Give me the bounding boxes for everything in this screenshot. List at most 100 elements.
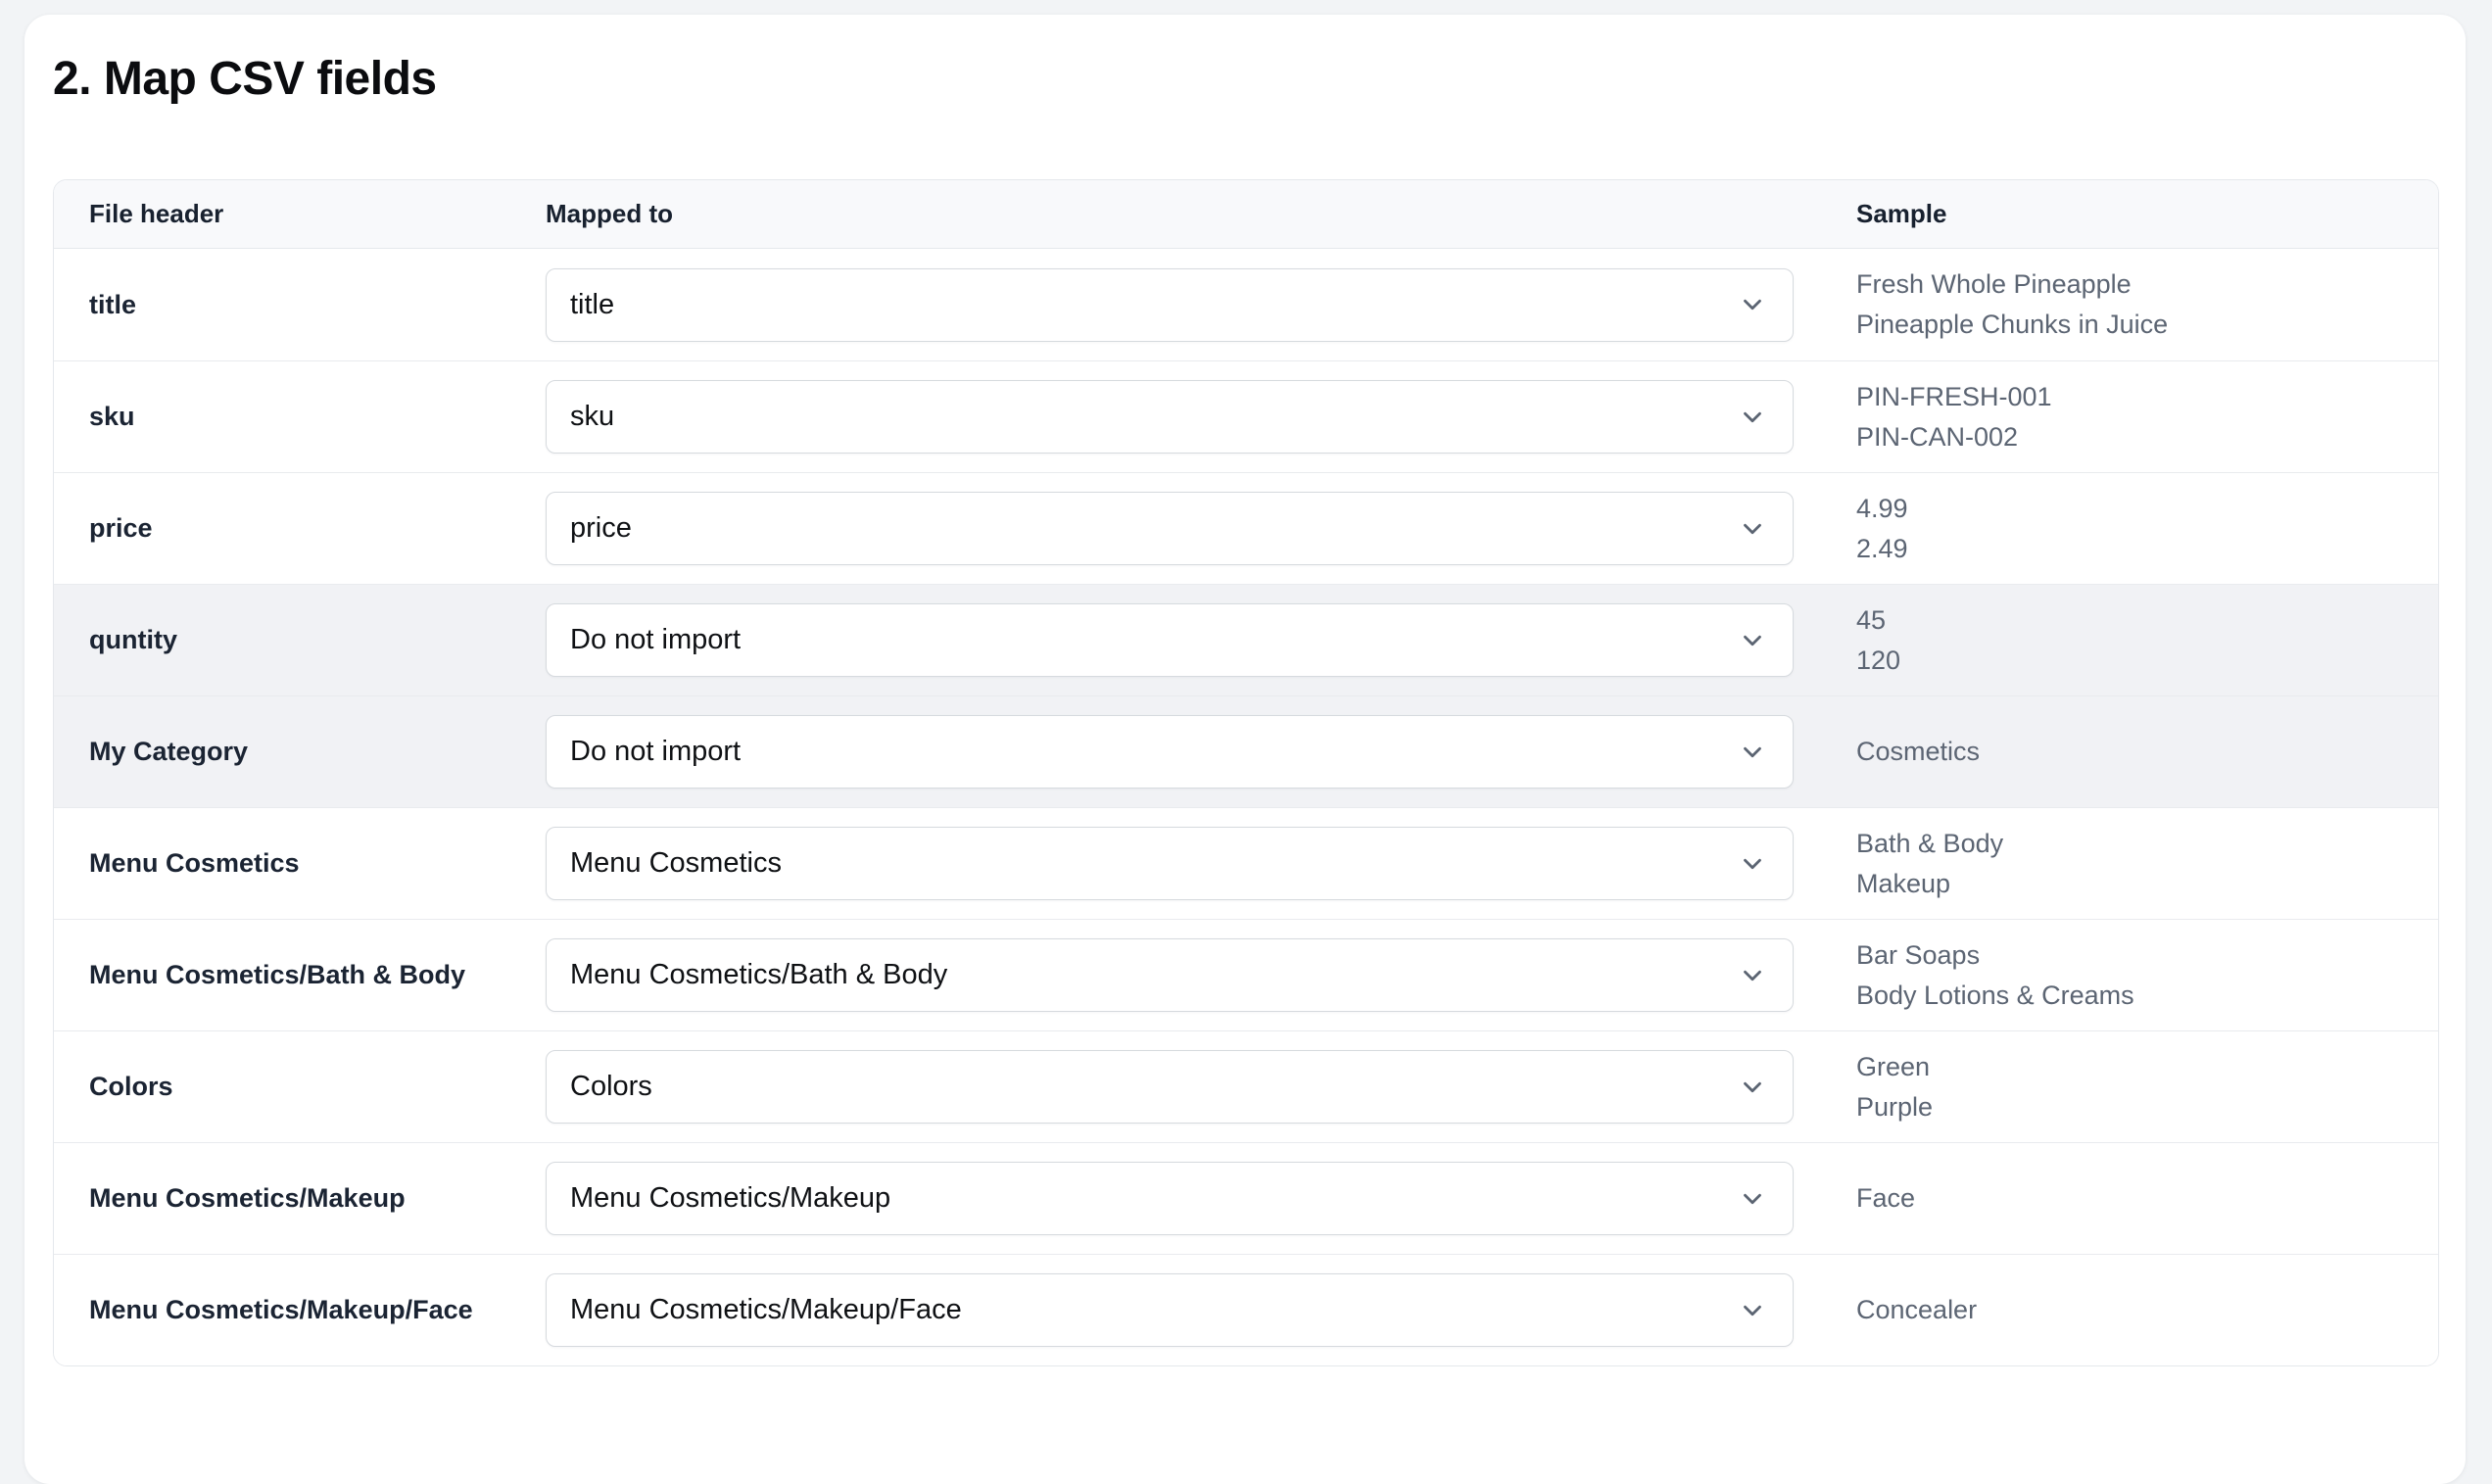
chevron-down-icon xyxy=(1738,961,1767,990)
sample-value: Fresh Whole Pineapple xyxy=(1856,264,2132,305)
chevron-down-icon xyxy=(1738,1296,1767,1325)
table-row: Menu Cosmetics/Makeup Menu Cosmetics/Mak… xyxy=(54,1142,2438,1254)
sample-value: Cosmetics xyxy=(1856,732,1980,772)
sample-value: 45 xyxy=(1856,600,1886,641)
table-row: Menu Cosmetics/Bath & Body Menu Cosmetic… xyxy=(54,919,2438,1030)
file-header-cell: Colors xyxy=(54,1031,546,1142)
column-header-sample: Sample xyxy=(1856,199,2438,229)
mapped-to-value: Menu Cosmetics/Makeup xyxy=(570,1182,890,1215)
column-header-mapped-to: Mapped to xyxy=(546,199,1856,229)
table-header-row: File header Mapped to Sample xyxy=(54,180,2438,249)
mapped-to-select[interactable]: Colors xyxy=(546,1050,1794,1124)
table-row: title title Fresh Whole PineapplePineapp… xyxy=(54,249,2438,360)
sample-cell: PIN-FRESH-001PIN-CAN-002 xyxy=(1856,361,2438,472)
mapped-to-value: Menu Cosmetics/Makeup/Face xyxy=(570,1294,962,1326)
file-header-cell: Menu Cosmetics/Makeup/Face xyxy=(54,1255,546,1365)
sample-cell: GreenPurple xyxy=(1856,1031,2438,1142)
mapped-to-select[interactable]: Do not import xyxy=(546,603,1794,677)
file-header-label: Colors xyxy=(89,1072,173,1102)
sample-cell: Bar SoapsBody Lotions & Creams xyxy=(1856,920,2438,1030)
mapped-to-select[interactable]: Menu Cosmetics xyxy=(546,827,1794,900)
sample-value: 2.49 xyxy=(1856,529,1908,569)
table-body: title title Fresh Whole PineapplePineapp… xyxy=(54,249,2438,1365)
sample-cell: Cosmetics xyxy=(1856,696,2438,807)
chevron-down-icon xyxy=(1738,514,1767,544)
mapped-to-value: Colors xyxy=(570,1071,652,1103)
mapped-to-cell: Colors xyxy=(546,1031,1856,1142)
sample-cell: Bath & BodyMakeup xyxy=(1856,808,2438,919)
mapped-to-select[interactable]: Menu Cosmetics/Makeup xyxy=(546,1162,1794,1235)
mapped-to-value: Menu Cosmetics xyxy=(570,847,782,880)
sample-value: Body Lotions & Creams xyxy=(1856,976,2134,1016)
column-header-file-header: File header xyxy=(54,199,546,229)
chevron-down-icon xyxy=(1738,1184,1767,1214)
sample-value: Concealer xyxy=(1856,1290,1977,1330)
sample-cell: Face xyxy=(1856,1143,2438,1254)
mapped-to-cell: Menu Cosmetics/Bath & Body xyxy=(546,920,1856,1030)
chevron-down-icon xyxy=(1738,849,1767,879)
table-row: My Category Do not import Cosmetics xyxy=(54,695,2438,807)
sample-cell: 45120 xyxy=(1856,585,2438,695)
sample-value: Makeup xyxy=(1856,864,1950,904)
file-header-label: title xyxy=(89,290,136,320)
sample-value: 120 xyxy=(1856,641,1900,681)
mapped-to-cell: title xyxy=(546,249,1856,360)
mapped-to-select[interactable]: sku xyxy=(546,380,1794,454)
mapped-to-select[interactable]: price xyxy=(546,492,1794,565)
file-header-label: Menu Cosmetics/Bath & Body xyxy=(89,960,465,990)
mapped-to-cell: Do not import xyxy=(546,585,1856,695)
mapped-to-value: Do not import xyxy=(570,736,741,768)
table-row: Colors Colors GreenPurple xyxy=(54,1030,2438,1142)
file-header-label: Menu Cosmetics/Makeup/Face xyxy=(89,1295,473,1325)
chevron-down-icon xyxy=(1738,626,1767,655)
sample-value: Green xyxy=(1856,1047,1930,1087)
sample-cell: Concealer xyxy=(1856,1255,2438,1365)
file-header-cell: sku xyxy=(54,361,546,472)
file-header-cell: quntity xyxy=(54,585,546,695)
file-header-label: Menu Cosmetics/Makeup xyxy=(89,1183,406,1214)
chevron-down-icon xyxy=(1738,403,1767,432)
file-header-cell: My Category xyxy=(54,696,546,807)
table-row: Menu Cosmetics Menu Cosmetics Bath & Bod… xyxy=(54,807,2438,919)
file-header-cell: price xyxy=(54,473,546,584)
sample-value: Purple xyxy=(1856,1087,1933,1127)
sample-value: Face xyxy=(1856,1178,1915,1219)
mapped-to-select[interactable]: Menu Cosmetics/Makeup/Face xyxy=(546,1273,1794,1347)
file-header-cell: Menu Cosmetics xyxy=(54,808,546,919)
mapped-to-value: title xyxy=(570,289,614,321)
sample-value: 4.99 xyxy=(1856,489,1908,529)
map-csv-fields-card: 2. Map CSV fields File header Mapped to … xyxy=(24,15,2466,1484)
page-title: 2. Map CSV fields xyxy=(53,56,2439,103)
mapped-to-value: sku xyxy=(570,401,614,433)
mapped-to-cell: Menu Cosmetics/Makeup xyxy=(546,1143,1856,1254)
sample-value: PIN-CAN-002 xyxy=(1856,417,2018,457)
table-row: price price 4.992.49 xyxy=(54,472,2438,584)
file-header-label: Menu Cosmetics xyxy=(89,848,300,879)
chevron-down-icon xyxy=(1738,738,1767,767)
chevron-down-icon xyxy=(1738,290,1767,319)
mapped-to-cell: price xyxy=(546,473,1856,584)
chevron-down-icon xyxy=(1738,1073,1767,1102)
mapped-to-value: Menu Cosmetics/Bath & Body xyxy=(570,959,947,991)
mapped-to-select[interactable]: Menu Cosmetics/Bath & Body xyxy=(546,938,1794,1012)
field-mapping-table: File header Mapped to Sample title title… xyxy=(53,179,2439,1366)
sample-cell: Fresh Whole PineapplePineapple Chunks in… xyxy=(1856,249,2438,360)
mapped-to-cell: Menu Cosmetics xyxy=(546,808,1856,919)
file-header-cell: Menu Cosmetics/Bath & Body xyxy=(54,920,546,1030)
sample-value: Bath & Body xyxy=(1856,824,2003,864)
mapped-to-value: price xyxy=(570,512,632,545)
mapped-to-cell: Menu Cosmetics/Makeup/Face xyxy=(546,1255,1856,1365)
mapped-to-select[interactable]: title xyxy=(546,268,1794,342)
table-row: quntity Do not import 45120 xyxy=(54,584,2438,695)
mapped-to-cell: Do not import xyxy=(546,696,1856,807)
mapped-to-cell: sku xyxy=(546,361,1856,472)
sample-value: Bar Soaps xyxy=(1856,935,1980,976)
table-row: sku sku PIN-FRESH-001PIN-CAN-002 xyxy=(54,360,2438,472)
mapped-to-value: Do not import xyxy=(570,624,741,656)
mapped-to-select[interactable]: Do not import xyxy=(546,715,1794,789)
file-header-label: quntity xyxy=(89,625,177,655)
file-header-cell: title xyxy=(54,249,546,360)
table-row: Menu Cosmetics/Makeup/Face Menu Cosmetic… xyxy=(54,1254,2438,1365)
sample-value: PIN-FRESH-001 xyxy=(1856,377,2052,417)
file-header-label: My Category xyxy=(89,737,248,767)
